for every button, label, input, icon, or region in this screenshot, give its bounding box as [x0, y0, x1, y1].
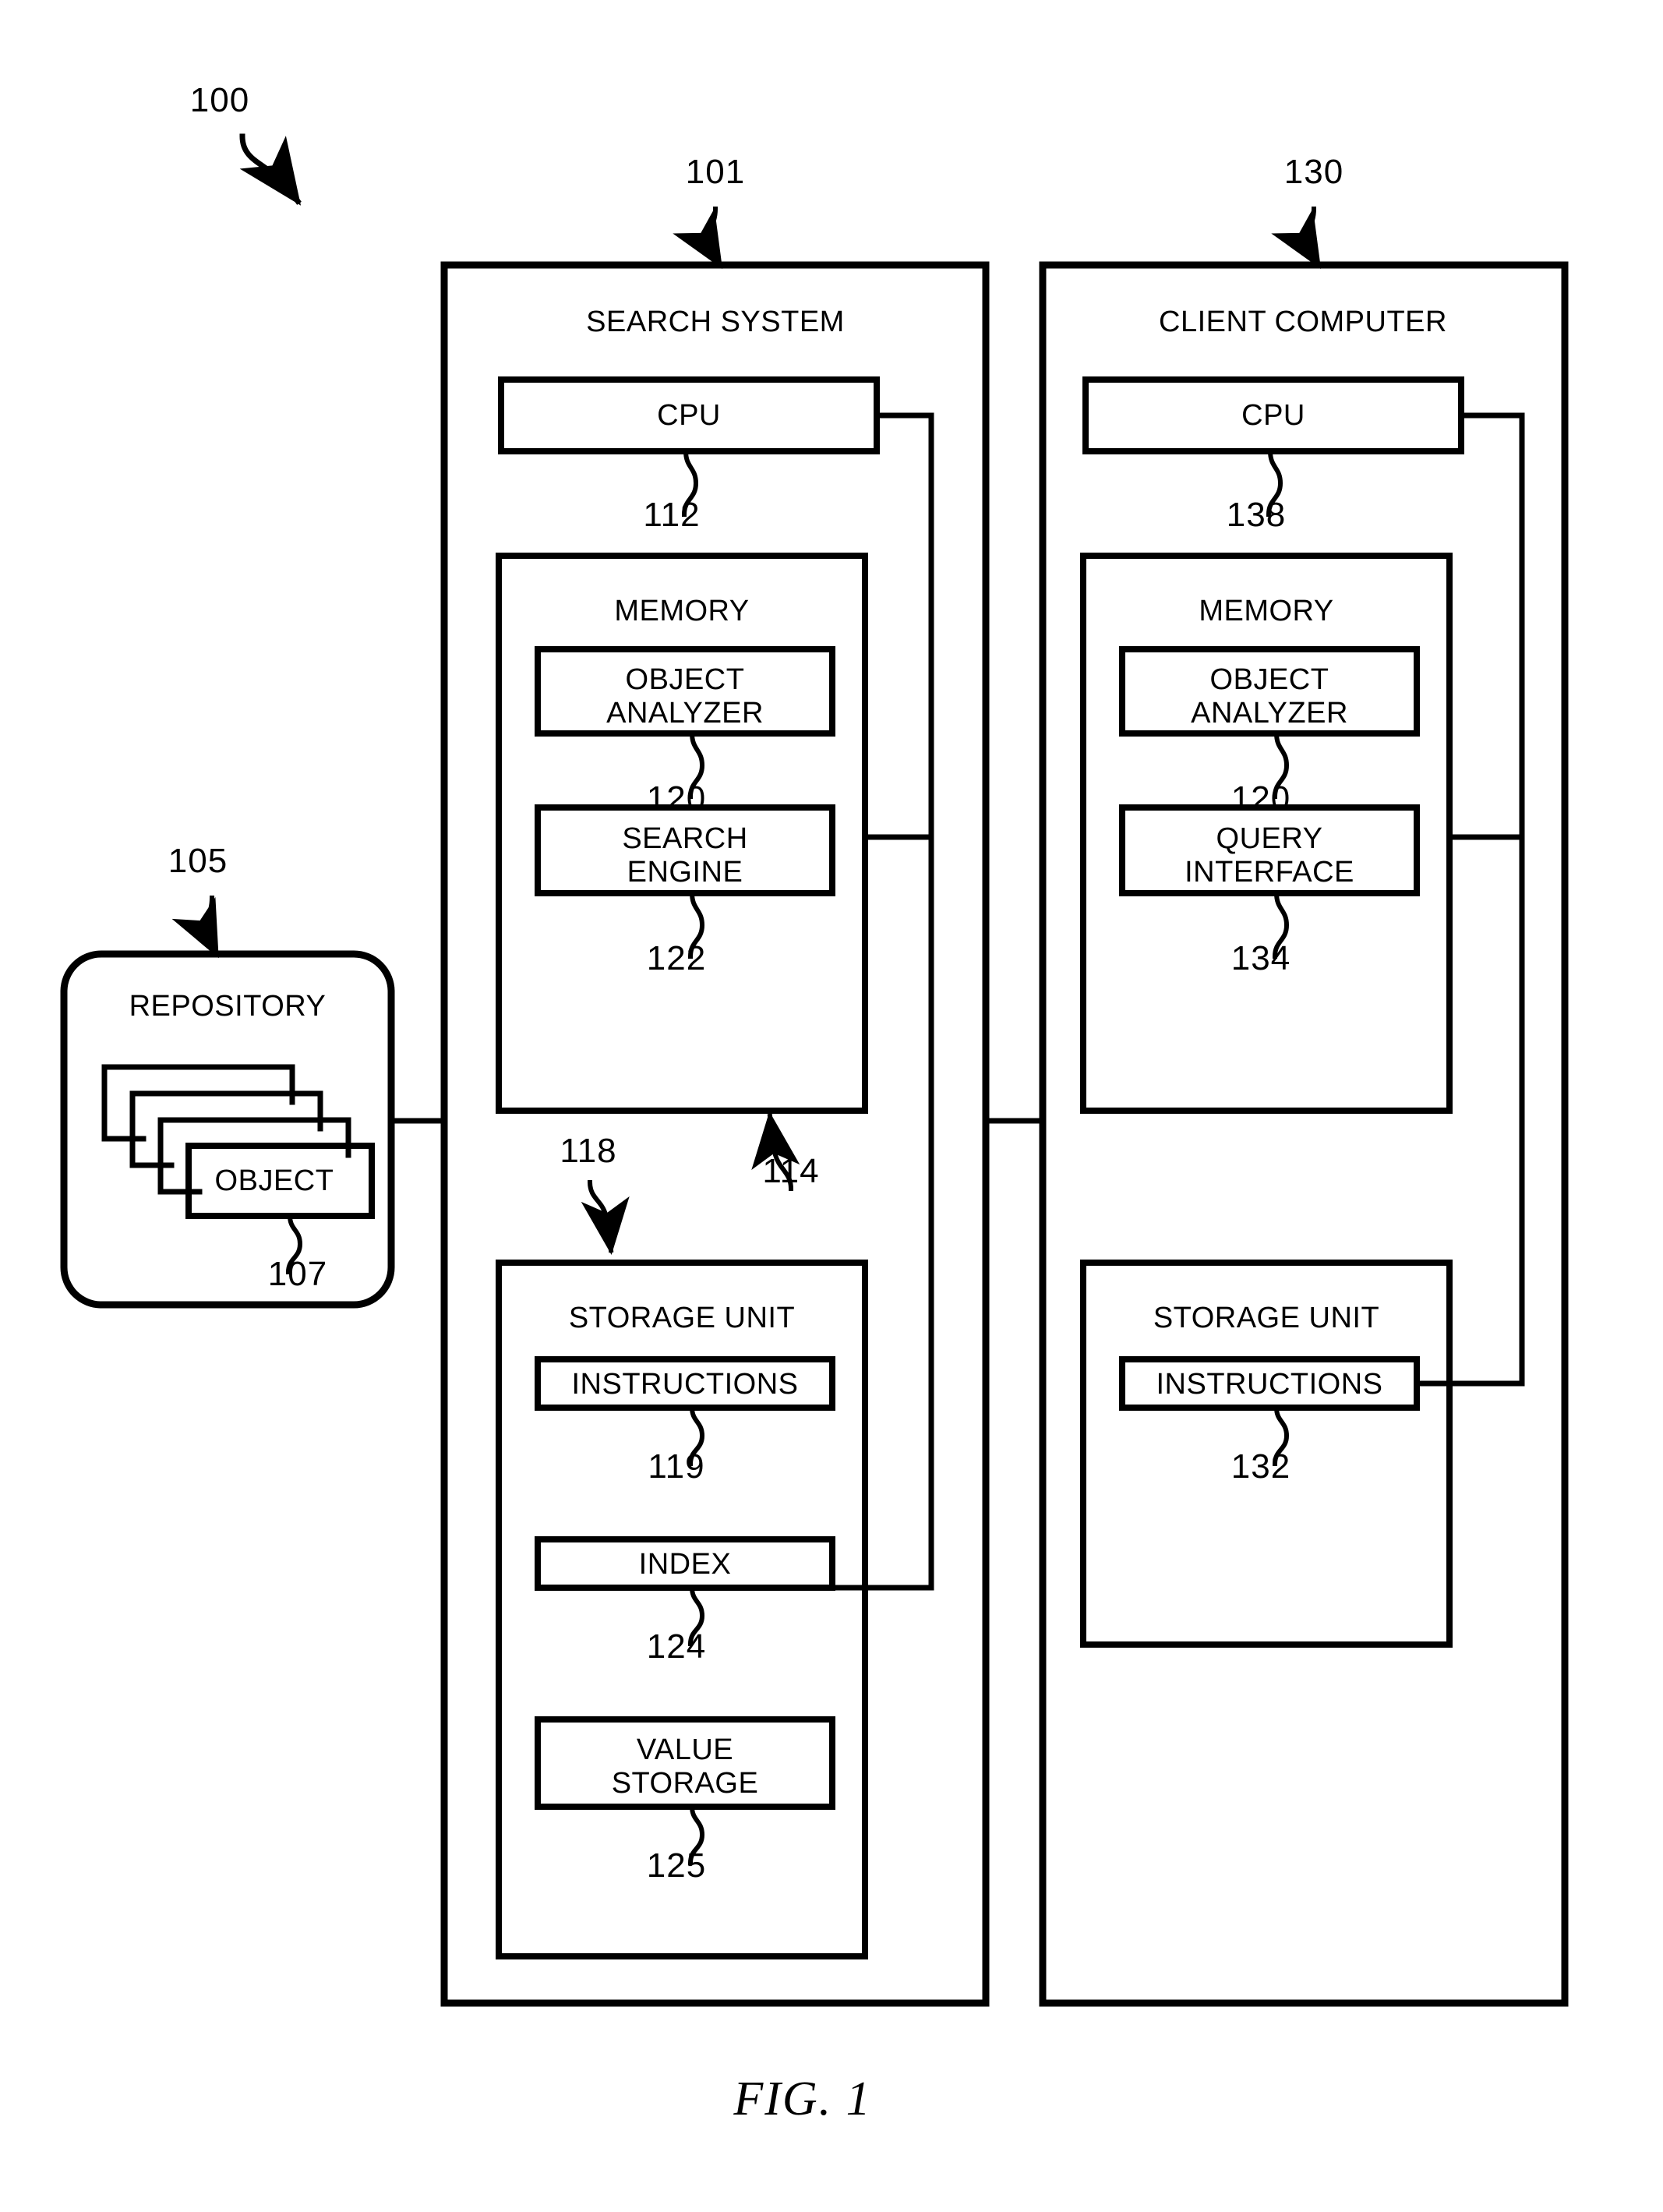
- ref-125: 125: [646, 1846, 707, 1885]
- object-label: OBJECT: [214, 1164, 334, 1197]
- ref-120-search: 120: [646, 779, 707, 818]
- leader-105: [171, 895, 221, 959]
- repository-title: REPOSITORY: [129, 990, 327, 1023]
- leader-101: [673, 206, 724, 270]
- object-stack-card-3-left: [157, 1117, 203, 1195]
- client-cpu-label: CPU: [1241, 399, 1305, 432]
- ref-138: 138: [1226, 496, 1287, 534]
- ref-130: 130: [1283, 153, 1344, 191]
- search-memory-module-0-label: OBJECT ANALYZER: [606, 663, 764, 730]
- ref-134: 134: [1230, 939, 1291, 977]
- ref-114: 114: [762, 1152, 820, 1190]
- search-system-title: SEARCH SYSTEM: [586, 306, 845, 338]
- search-memory-module-1-label: SEARCH ENGINE: [622, 822, 748, 889]
- client-storage-unit-title: STORAGE UNIT: [1153, 1302, 1380, 1334]
- search-system-bus: [829, 412, 934, 1591]
- client-computer-outline: [1039, 261, 1569, 2007]
- search-storage-module-0-label: INSTRUCTIONS: [571, 1368, 799, 1401]
- client-storage-module-0-label: INSTRUCTIONS: [1156, 1368, 1383, 1401]
- search-cpu-label: CPU: [657, 399, 721, 432]
- leader-130: [1271, 206, 1322, 270]
- client-memory-module-1-label: QUERY INTERFACE: [1185, 822, 1354, 889]
- client-memory-module-0-label: OBJECT ANALYZER: [1191, 663, 1348, 730]
- ref-122: 122: [646, 939, 707, 977]
- ref-132: 132: [1230, 1447, 1291, 1486]
- leader-100: [239, 133, 302, 206]
- ref-107: 107: [267, 1255, 328, 1293]
- leader-118: [581, 1179, 630, 1255]
- client-computer-bus: [1414, 412, 1525, 1387]
- figure-caption: FIG. 1: [733, 2072, 872, 2125]
- search-memory-title: MEMORY: [614, 595, 750, 627]
- search-storage-module-1-label: INDEX: [638, 1548, 732, 1581]
- ref-112: 112: [643, 496, 701, 534]
- patent-figure-page: 100 101 SEARCH SYSTEM CPU 112 MEMORY OBJ…: [0, 0, 1663, 2212]
- ref-119: 119: [648, 1447, 705, 1486]
- search-storage-module-2-label: VALUE STORAGE: [611, 1733, 759, 1800]
- object-stack-card-1-left: [101, 1064, 147, 1142]
- ref-101: 101: [685, 153, 746, 191]
- ref-120-client: 120: [1230, 779, 1291, 818]
- search-storage-unit-title: STORAGE UNIT: [568, 1302, 796, 1334]
- ref-118: 118: [560, 1132, 617, 1170]
- object-stack-card-2-left: [129, 1090, 175, 1168]
- client-computer-title: CLIENT COMPUTER: [1159, 306, 1447, 338]
- ref-100: 100: [189, 81, 250, 119]
- client-memory-title: MEMORY: [1199, 595, 1334, 627]
- ref-124: 124: [646, 1627, 707, 1666]
- ref-105: 105: [168, 842, 228, 880]
